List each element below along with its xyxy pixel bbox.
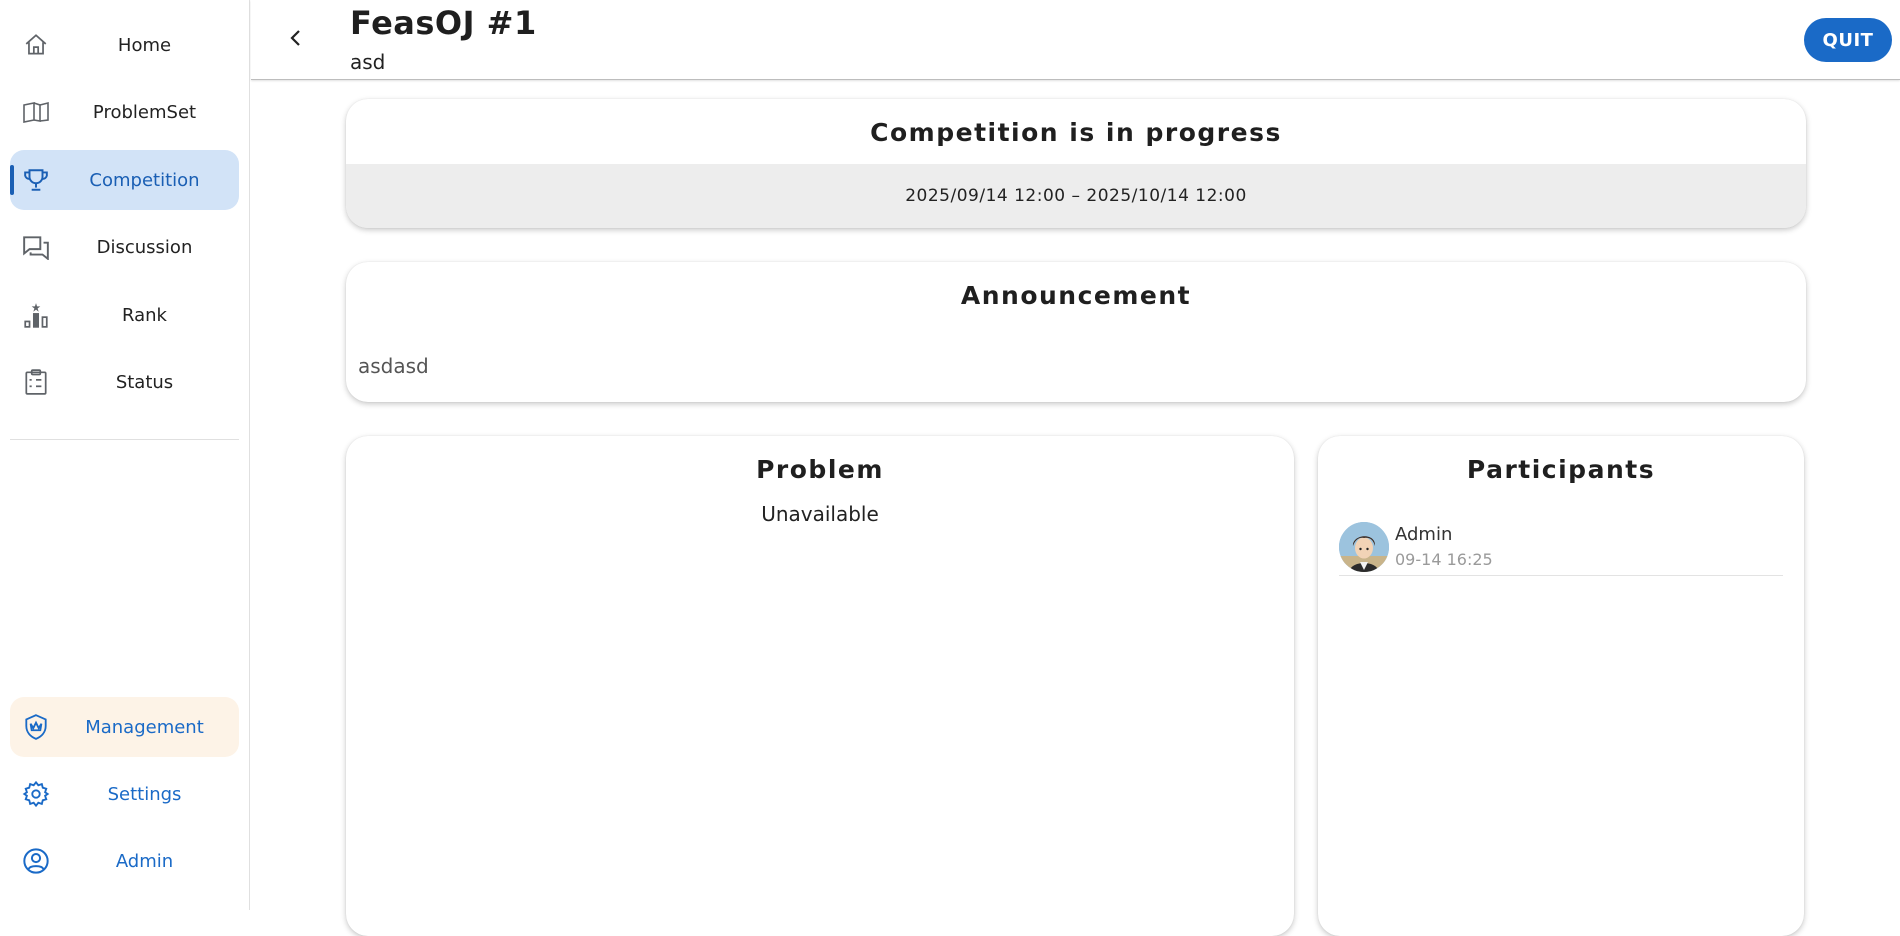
shield-icon (21, 712, 51, 742)
clipboard-icon (21, 367, 51, 397)
sidebar-item-competition[interactable]: Competition (10, 150, 239, 210)
sidebar-item-settings[interactable]: Settings (10, 764, 239, 824)
sidebar-item-label: Home (117, 34, 172, 56)
page-title: FeasOJ #1 (350, 4, 537, 42)
gear-icon (21, 779, 51, 809)
sidebar-item-label: Discussion (96, 236, 193, 258)
avatar (1339, 522, 1389, 572)
participant-item[interactable]: Admin 09-14 16:25 (1339, 522, 1783, 576)
sidebar-item-label: Status (115, 371, 174, 393)
sidebar-item-label: ProblemSet (92, 101, 197, 123)
sidebar-item-home[interactable]: Home (10, 15, 239, 75)
participants-card: Participants Admin 09-14 16:25 (1318, 436, 1804, 936)
sidebar-item-label: Admin (115, 850, 174, 872)
sidebar-item-label: Settings (107, 783, 182, 805)
problem-empty-text: Unavailable (761, 502, 879, 526)
home-icon (21, 30, 51, 60)
sidebar-item-status[interactable]: Status (10, 352, 239, 412)
competition-time-range: 2025/09/14 12:00 – 2025/10/14 12:00 (346, 164, 1806, 228)
sidebar-item-label: Management (85, 716, 204, 738)
top-bar: FeasOJ #1 asd QUIT (251, 0, 1900, 80)
sidebar-item-problemset[interactable]: ProblemSet (10, 82, 239, 142)
announcement-title: Announcement (960, 281, 1192, 310)
account-icon (21, 846, 51, 876)
sidebar-item-discussion[interactable]: Discussion (10, 217, 239, 277)
sidebar-item-label: Competition (89, 169, 200, 191)
sidebar: Home ProblemSet Competition Discussion R… (0, 0, 250, 910)
competition-status-title: Competition is in progress (870, 118, 1282, 147)
participant-joined-time: 09-14 16:25 (1395, 550, 1493, 569)
sidebar-item-label: Rank (122, 304, 167, 326)
participant-name: Admin (1395, 524, 1453, 545)
leaderboard-icon (21, 300, 51, 330)
problem-card: Problem Unavailable (346, 436, 1294, 936)
active-indicator (10, 165, 14, 195)
forum-icon (21, 232, 51, 262)
back-icon[interactable] (281, 23, 311, 53)
announcement-card: Announcement asdasd (346, 262, 1806, 402)
trophy-icon (21, 165, 51, 195)
competition-status-card: Competition is in progress 2025/09/14 12… (346, 99, 1806, 228)
quit-button[interactable]: QUIT (1804, 18, 1892, 62)
participants-title: Participants (1466, 455, 1656, 484)
sidebar-item-management[interactable]: Management (10, 697, 239, 757)
sidebar-divider (10, 439, 239, 440)
announcement-body: asdasd (358, 354, 429, 378)
problem-title: Problem (756, 455, 884, 484)
sidebar-item-admin[interactable]: Admin (10, 831, 239, 891)
book-icon (21, 97, 51, 127)
page-subtitle: asd (350, 50, 386, 74)
sidebar-item-rank[interactable]: Rank (10, 285, 239, 345)
